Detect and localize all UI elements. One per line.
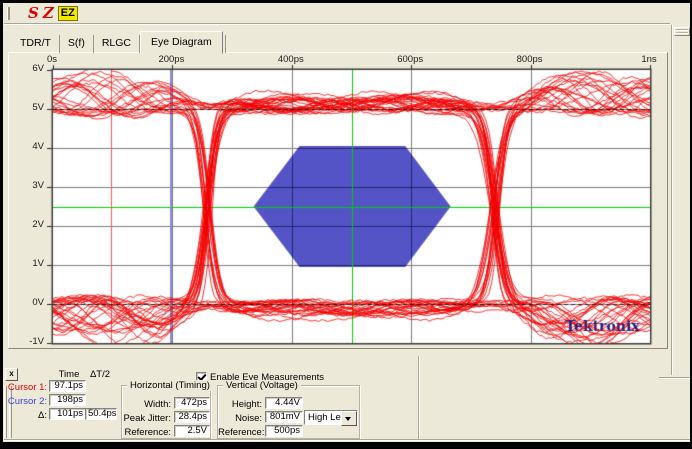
height-label: Height: xyxy=(218,399,262,410)
cursor1-label: Cursor 1: xyxy=(2,382,47,393)
dropdown-arrow-icon[interactable] xyxy=(341,411,357,426)
cursor1-time-field[interactable]: 97.1ps xyxy=(49,380,86,392)
axis-tick-label: -1V xyxy=(15,336,44,347)
noise-field[interactable]: 801mV xyxy=(265,411,303,423)
width-label: Width: xyxy=(122,399,171,410)
tab-bar: TDR/T S(f) RLGC Eye Diagram xyxy=(12,32,226,53)
measure-panel-divider xyxy=(418,356,420,440)
delta-time-field[interactable]: 101ps xyxy=(49,408,86,420)
width-field[interactable]: 472ps xyxy=(174,397,210,409)
y-axis-labels: 6V 5V 4V 3V 2V 1V 0V -1V xyxy=(9,53,52,346)
right-splitter[interactable] xyxy=(671,25,673,375)
eye-diagram-plot[interactable] xyxy=(10,54,666,347)
vertical-reference-field[interactable]: 500ps xyxy=(265,425,303,437)
x-axis-labels: 0s200ps400ps600ps800ps1ns xyxy=(9,53,665,69)
vertical-voltage-title: Vertical (Voltage) xyxy=(223,380,301,391)
axis-tick-label: 4V xyxy=(15,141,44,152)
horizontal-timing-group: Horizontal (Timing) Width: 472ps Peak Ji… xyxy=(121,385,211,439)
logo-letter-s: S xyxy=(28,4,39,22)
peak-jitter-field[interactable]: 28.4ps xyxy=(174,411,210,423)
toolbar-grip[interactable] xyxy=(7,7,10,20)
horizontal-reference-label: Reference: xyxy=(122,427,171,438)
axis-tick-label: 800ps xyxy=(510,54,550,65)
right-splitter-grip[interactable] xyxy=(674,27,690,36)
peak-jitter-label: Peak Jitter: xyxy=(122,413,171,424)
tab-sf[interactable]: S(f) xyxy=(60,35,94,53)
axis-tick-label: 3V xyxy=(15,180,44,191)
noise-label: Noise: xyxy=(218,413,262,424)
cursor2-time-field[interactable]: 198ps xyxy=(49,394,86,406)
vertical-reference-label: Reference: xyxy=(218,427,262,438)
horizontal-timing-title: Horizontal (Timing) xyxy=(127,380,213,391)
axis-tick-label: 2V xyxy=(15,219,44,230)
horizontal-reference-field[interactable]: 2.5V xyxy=(174,425,210,437)
height-field[interactable]: 4.44V xyxy=(265,397,303,409)
tab-tdrt[interactable]: TDR/T xyxy=(12,35,60,53)
eye-diagram-panel: 0s200ps400ps600ps800ps1ns 6V5V4V3V2V1V0V… xyxy=(8,52,668,349)
logo-letter-z: Z xyxy=(43,4,54,22)
delta-t2-field[interactable]: 50.4ps xyxy=(85,408,117,420)
tab-strip-end xyxy=(223,35,226,53)
axis-tick-label: 6V xyxy=(15,63,44,74)
logo-badge-ez: EZ xyxy=(58,6,78,21)
axis-tick-label: 1V xyxy=(15,258,44,269)
axis-tick-label: 400ps xyxy=(271,54,311,65)
close-measurements-button[interactable]: x xyxy=(5,368,18,381)
noise-level-dropdown[interactable]: High Level xyxy=(304,410,358,425)
axis-tick-label: 200ps xyxy=(151,54,191,65)
delta-label: Δ: xyxy=(2,410,47,421)
toolbar-divider xyxy=(4,23,670,25)
delta-t2-column-header: ΔT/2 xyxy=(84,369,116,380)
axis-tick-label: 600ps xyxy=(390,54,430,65)
time-column-header: Time xyxy=(50,369,88,380)
tab-eye-diagram[interactable]: Eye Diagram xyxy=(140,31,223,54)
tab-rlgc[interactable]: RLGC xyxy=(94,35,140,53)
app-logo: S Z EZ xyxy=(28,4,78,22)
axis-tick-label: 5V xyxy=(15,102,44,113)
axis-tick-label: 0V xyxy=(15,297,44,308)
axis-tick-label: 1ns xyxy=(629,54,669,65)
cursor2-label: Cursor 2: xyxy=(2,396,47,407)
vertical-voltage-group: Vertical (Voltage) Height: 4.44V Noise: … xyxy=(217,385,360,439)
right-pane-divider xyxy=(659,377,690,379)
bottom-edge xyxy=(4,439,690,441)
